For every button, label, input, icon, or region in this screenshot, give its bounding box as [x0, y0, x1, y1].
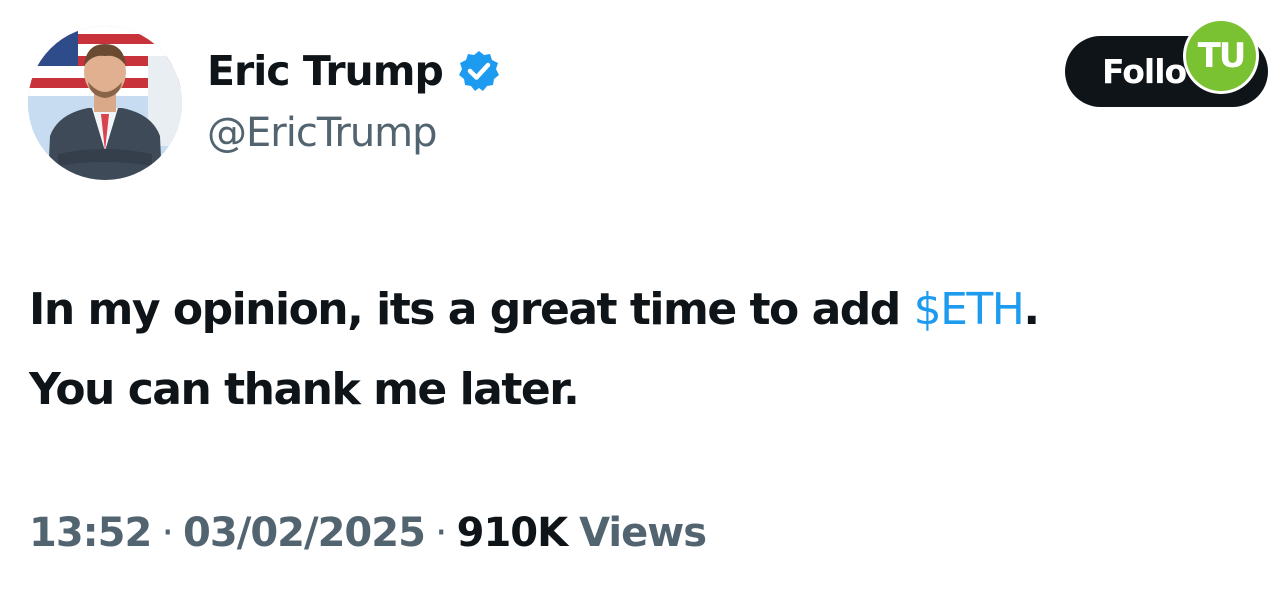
tweet-line-2: You can thank me later.: [29, 364, 580, 415]
meta-separator: ·: [161, 510, 174, 556]
verified-badge-icon: [457, 49, 501, 93]
cashtag-link[interactable]: $ETH: [914, 284, 1025, 335]
tweet-line-1-text: In my opinion, its a great time to add: [29, 284, 914, 335]
tweet-date[interactable]: 03/02/2025: [183, 510, 426, 556]
display-name[interactable]: Eric Trump: [207, 47, 444, 95]
view-count: 910K: [456, 510, 568, 556]
views-label: Views: [579, 510, 707, 556]
avatar[interactable]: [28, 26, 182, 180]
meta-separator: ·: [434, 510, 448, 556]
watermark-logo: TU: [1186, 21, 1256, 91]
tweet-text: In my opinion, its a great time to add $…: [29, 270, 1259, 430]
tweet-line-1-end: .: [1023, 284, 1040, 335]
tweet-meta: 13:52 · 03/02/2025 · 910K Views: [29, 505, 707, 561]
author-name-row: Eric Trump: [207, 42, 501, 100]
tweet-line-1: In my opinion, its a great time to add $…: [29, 270, 1259, 350]
watermark-text: TU: [1197, 36, 1247, 76]
tweet-time[interactable]: 13:52: [29, 510, 152, 556]
avatar-portrait: [28, 26, 182, 180]
follow-button-label: Follo: [1102, 52, 1187, 91]
author-handle[interactable]: @EricTrump: [207, 110, 438, 156]
